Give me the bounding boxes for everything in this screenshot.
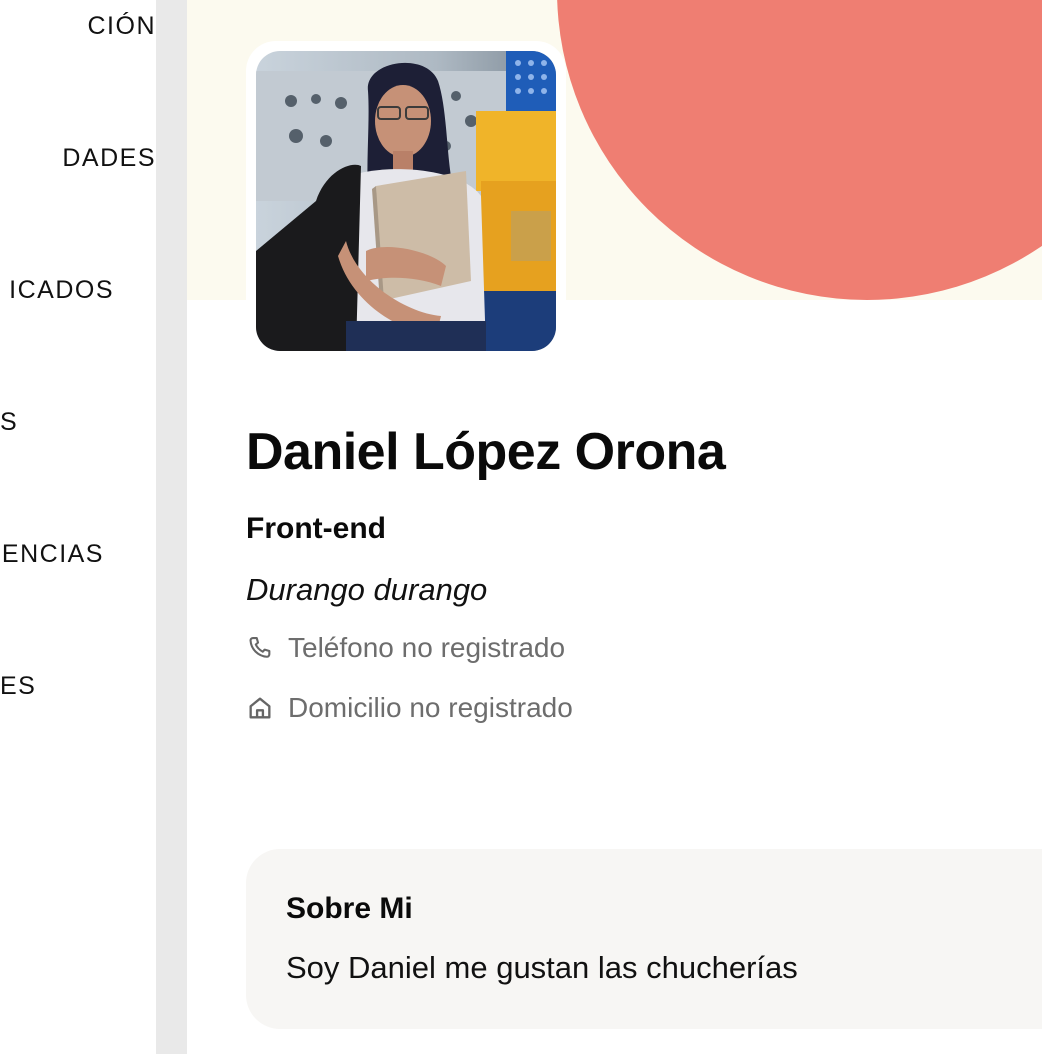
- sidebar-item-6[interactable]: ES: [0, 672, 36, 701]
- phone-text: Teléfono no registrado: [288, 632, 566, 663]
- home-icon: [249, 697, 271, 719]
- address-row: Domicilio no registrado: [246, 692, 573, 724]
- about-title: Sobre Mi: [286, 892, 413, 925]
- sidebar-item-label: S: [0, 408, 19, 436]
- sidebar-item-5[interactable]: ENCIAS: [2, 540, 104, 569]
- profile-name: Daniel López Orona: [246, 423, 726, 481]
- sidebar-item-label: ENCIAS: [1, 540, 104, 568]
- profile-main: Daniel López Orona Front-end Durango dur…: [187, 0, 1042, 1054]
- sidebar-item-1[interactable]: CIÓN: [88, 12, 157, 41]
- sidebar-item-label: CIÓN: [87, 12, 156, 40]
- sidebar-item-label: ICADOS: [9, 276, 114, 304]
- avatar-frame: [246, 41, 566, 361]
- sidebar-divider: [156, 0, 187, 1054]
- profile-location: Durango durango: [246, 572, 488, 607]
- banner-decoration: [557, 0, 1042, 300]
- phone-row: Teléfono no registrado: [246, 632, 565, 664]
- sidebar-item-label: DADES: [62, 144, 156, 172]
- address-text: Domicilio no registrado: [288, 692, 573, 723]
- profile-role: Front-end: [246, 512, 386, 545]
- sidebar-item-4[interactable]: S: [0, 408, 18, 437]
- sidebar-item-3[interactable]: ICADOS: [9, 276, 114, 305]
- phone-icon: [249, 637, 271, 658]
- about-text: Soy Daniel me gustan las chucherías: [286, 950, 798, 985]
- avatar: [256, 51, 556, 351]
- about-card: Sobre Mi Soy Daniel me gustan las chuche…: [246, 849, 1042, 1029]
- sidebar: CIÓN DADES ICADOS S ENCIAS ES: [0, 0, 156, 1054]
- sidebar-item-2[interactable]: DADES: [62, 144, 156, 173]
- avatar-photo: [256, 51, 556, 351]
- sidebar-item-label: ES: [0, 672, 37, 700]
